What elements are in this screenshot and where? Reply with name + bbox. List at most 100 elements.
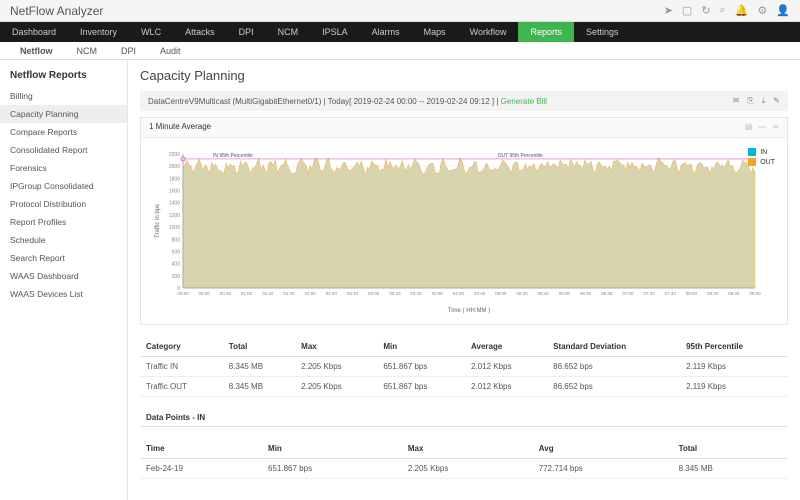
export-icon[interactable]: ⤓: [762, 96, 766, 106]
nav-tab-dpi[interactable]: DPI: [227, 22, 266, 42]
sidebar-item-ipgroup-consolidated[interactable]: IPGroup Consolidated: [0, 177, 127, 195]
sidebar-item-capacity-planning[interactable]: Capacity Planning: [0, 105, 127, 123]
svg-text:08:40: 08:40: [728, 291, 740, 296]
search-icon[interactable]: ⌕: [720, 4, 726, 17]
chart-header: 1 Minute Average ▤ 〰 ≃: [141, 118, 787, 138]
svg-text:OUT 95th Percentile: OUT 95th Percentile: [498, 153, 543, 159]
svg-text:01:20: 01:20: [262, 291, 274, 296]
svg-text:07:00: 07:00: [622, 291, 634, 296]
nav-tab-wlc[interactable]: WLC: [129, 22, 173, 42]
datapoints-title: Data Points - IN: [140, 405, 788, 427]
sidebar-item-protocol-distribution[interactable]: Protocol Distribution: [0, 195, 127, 213]
col-header[interactable]: Category: [140, 337, 223, 357]
sidebar-item-forensics[interactable]: Forensics: [0, 159, 127, 177]
sidebar: Netflow Reports BillingCapacity Planning…: [0, 60, 128, 500]
screen-icon[interactable]: ▢: [682, 4, 692, 17]
chart-body: IN OUT 020040060080010001200140016001800…: [141, 138, 787, 324]
col-header[interactable]: Min: [262, 439, 402, 459]
svg-text:400: 400: [172, 262, 181, 268]
svg-text:02:00: 02:00: [304, 291, 316, 296]
edit-icon[interactable]: ✎: [773, 96, 780, 106]
nav-tab-settings[interactable]: Settings: [574, 22, 631, 42]
chart-bar-icon[interactable]: ≃: [772, 122, 779, 133]
sub-nav: NetflowNCMDPIAudit: [0, 42, 800, 60]
svg-text:08:20: 08:20: [707, 291, 719, 296]
nav-tab-reports[interactable]: Reports: [518, 22, 574, 42]
subnav-netflow[interactable]: Netflow: [8, 46, 65, 56]
subnav-audit[interactable]: Audit: [148, 46, 193, 56]
svg-text:05:20: 05:20: [516, 291, 528, 296]
col-header[interactable]: Average: [465, 337, 547, 357]
svg-text:01:40: 01:40: [283, 291, 295, 296]
svg-text:06:20: 06:20: [580, 291, 592, 296]
subnav-ncm[interactable]: NCM: [65, 46, 110, 56]
mail-icon[interactable]: ✉: [733, 96, 740, 106]
main-content: Capacity Planning DataCentreV9Multicast …: [128, 60, 800, 500]
page-title: Capacity Planning: [140, 68, 788, 83]
chart-legend: IN OUT: [748, 148, 775, 168]
svg-text:02:20: 02:20: [326, 291, 338, 296]
nav-tab-alarms[interactable]: Alarms: [360, 22, 412, 42]
sidebar-item-schedule[interactable]: Schedule: [0, 231, 127, 249]
brand-title: NetFlow Analyzer: [10, 4, 103, 18]
col-header[interactable]: Max: [295, 337, 377, 357]
sidebar-item-report-profiles[interactable]: Report Profiles: [0, 213, 127, 231]
sidebar-item-search-report[interactable]: Search Report: [0, 249, 127, 267]
col-header[interactable]: Avg: [533, 439, 673, 459]
svg-text:Time ( HH:MM ): Time ( HH:MM ): [448, 308, 490, 314]
col-header[interactable]: Max: [402, 439, 533, 459]
filter-text: DataCentreV9Multicast (MultiGigabitEther…: [148, 97, 547, 106]
svg-text:00:00: 00:00: [177, 291, 189, 296]
rocket-icon[interactable]: ➤: [664, 4, 673, 17]
svg-text:05:40: 05:40: [538, 291, 550, 296]
svg-text:03:00: 03:00: [368, 291, 380, 296]
report-action-icons: ✉ ⎘ ⤓ ✎: [733, 96, 780, 106]
legend-swatch-in: [748, 148, 756, 156]
refresh-icon[interactable]: ↻: [701, 4, 710, 17]
svg-text:1800: 1800: [169, 176, 180, 182]
gear-icon[interactable]: ⚙: [757, 4, 767, 17]
svg-text:200: 200: [172, 274, 181, 280]
chart-panel: 1 Minute Average ▤ 〰 ≃ IN OUT 0200400600…: [140, 117, 788, 325]
nav-tab-ncm[interactable]: NCM: [266, 22, 311, 42]
sidebar-item-waas-dashboard[interactable]: WAAS Dashboard: [0, 267, 127, 285]
pdf-icon[interactable]: ⎘: [747, 96, 753, 106]
nav-tab-workflow[interactable]: Workflow: [458, 22, 519, 42]
sidebar-title: Netflow Reports: [0, 66, 127, 87]
traffic-chart: 0200400600800100012001400160018002000220…: [151, 146, 761, 316]
col-header[interactable]: Time: [140, 439, 262, 459]
nav-tab-dashboard[interactable]: Dashboard: [0, 22, 68, 42]
nav-tab-maps[interactable]: Maps: [412, 22, 458, 42]
sidebar-item-waas-devices-list[interactable]: WAAS Devices List: [0, 285, 127, 303]
svg-text:07:20: 07:20: [643, 291, 655, 296]
generate-bill-link[interactable]: Generate Bill: [501, 97, 547, 106]
nav-tab-attacks[interactable]: Attacks: [173, 22, 227, 42]
datapoints-table: Time MinMaxAvgTotalFeb-24-19651.867 bps2…: [140, 439, 788, 479]
nav-tab-ipsla[interactable]: IPSLA: [310, 22, 360, 42]
svg-text:1600: 1600: [169, 189, 180, 195]
col-header[interactable]: Total: [673, 439, 788, 459]
svg-text:600: 600: [172, 249, 181, 255]
sidebar-item-consolidated-report[interactable]: Consolidated Report: [0, 141, 127, 159]
nav-tab-inventory[interactable]: Inventory: [68, 22, 129, 42]
svg-text:06:40: 06:40: [601, 291, 613, 296]
filter-bar: DataCentreV9Multicast (MultiGigabitEther…: [140, 91, 788, 111]
chart-line-icon[interactable]: 〰: [758, 122, 766, 133]
sidebar-item-compare-reports[interactable]: Compare Reports: [0, 123, 127, 141]
col-header[interactable]: Min: [377, 337, 465, 357]
top-icons: ➤ ▢ ↻ ⌕ 🔔 ⚙ 👤: [664, 4, 790, 17]
col-header[interactable]: 95th Percentile: [680, 337, 788, 357]
bell-icon[interactable]: 🔔: [735, 4, 749, 17]
svg-text:1200: 1200: [169, 213, 180, 219]
col-header[interactable]: Standard Deviation: [547, 337, 680, 357]
chart-area-icon[interactable]: ▤: [745, 122, 753, 133]
subnav-dpi[interactable]: DPI: [109, 46, 148, 56]
svg-text:2000: 2000: [169, 164, 180, 170]
svg-text:IN 95th Percentile: IN 95th Percentile: [213, 153, 253, 159]
svg-text:00:20: 00:20: [199, 291, 211, 296]
user-icon[interactable]: 👤: [776, 4, 790, 17]
sidebar-item-billing[interactable]: Billing: [0, 87, 127, 105]
svg-text:03:20: 03:20: [389, 291, 401, 296]
svg-text:05:00: 05:00: [495, 291, 507, 296]
col-header[interactable]: Total: [223, 337, 295, 357]
